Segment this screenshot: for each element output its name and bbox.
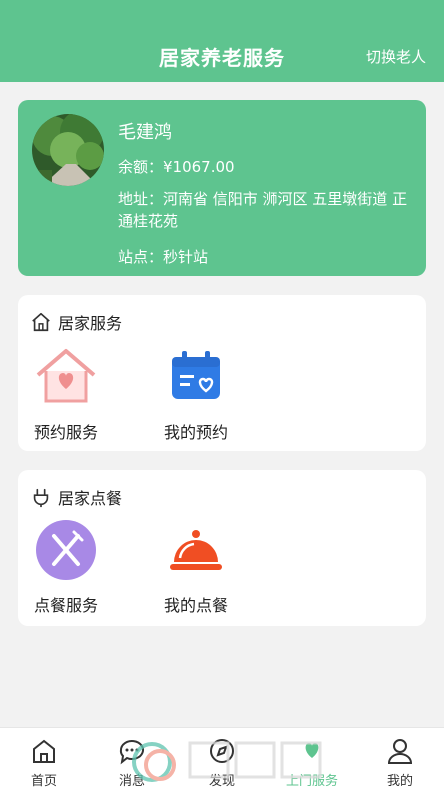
profile-card: 毛建鸿 余额：¥1067.00 地址：河南省 信阳市 浉河区 五里墩街道 正通桂… bbox=[18, 100, 426, 276]
home-service-header: 居家服务 bbox=[30, 311, 122, 333]
my-booking-label: 我的预约 bbox=[164, 423, 229, 442]
switch-elder-button[interactable]: 切换老人 bbox=[366, 46, 426, 67]
station-text: 站点：秒针站 bbox=[118, 248, 209, 266]
tab-home[interactable]: 首页 bbox=[4, 736, 84, 789]
fork-knife-icon bbox=[36, 520, 96, 580]
tab-home-label: 首页 bbox=[30, 774, 57, 789]
user-icon bbox=[387, 739, 413, 764]
meal-service-title: 居家点餐 bbox=[58, 489, 123, 508]
my-booking-tile[interactable]: 我的预约 bbox=[164, 345, 274, 443]
home-service-title: 居家服务 bbox=[58, 314, 123, 333]
my-meal-label: 我的点餐 bbox=[164, 596, 229, 615]
book-service-label: 预约服务 bbox=[34, 423, 99, 442]
book-service-tile[interactable]: 预约服务 bbox=[34, 345, 144, 443]
home-service-card: 居家服务 预约服务 我的预约 bbox=[18, 295, 426, 451]
house-heart-icon bbox=[36, 349, 96, 403]
food-cloche-icon bbox=[170, 530, 222, 570]
home-outline-icon bbox=[32, 312, 50, 332]
order-meal-label: 点餐服务 bbox=[34, 596, 99, 615]
balance-text: 余额：¥1067.00 bbox=[118, 158, 235, 176]
app-header: 居家养老服务 切换老人 bbox=[0, 0, 444, 82]
plug-icon bbox=[33, 488, 49, 508]
tab-profile[interactable]: 我的 bbox=[360, 736, 440, 789]
my-meal-tile[interactable]: 我的点餐 bbox=[164, 518, 274, 616]
avatar bbox=[32, 114, 104, 186]
user-name: 毛建鸿 bbox=[118, 122, 172, 143]
calendar-heart-icon bbox=[172, 351, 220, 399]
order-meal-tile[interactable]: 点餐服务 bbox=[34, 518, 144, 616]
home-icon bbox=[33, 739, 55, 763]
meal-service-card: 居家点餐 点餐服务 我的点餐 bbox=[18, 470, 426, 626]
tab-profile-label: 我的 bbox=[386, 774, 413, 789]
watermark-logo bbox=[132, 741, 322, 782]
address-text: 地址：河南省 信阳市 浉河区 五里墩街道 正通桂花苑 bbox=[118, 190, 408, 230]
meal-service-header: 居家点餐 bbox=[30, 486, 122, 508]
